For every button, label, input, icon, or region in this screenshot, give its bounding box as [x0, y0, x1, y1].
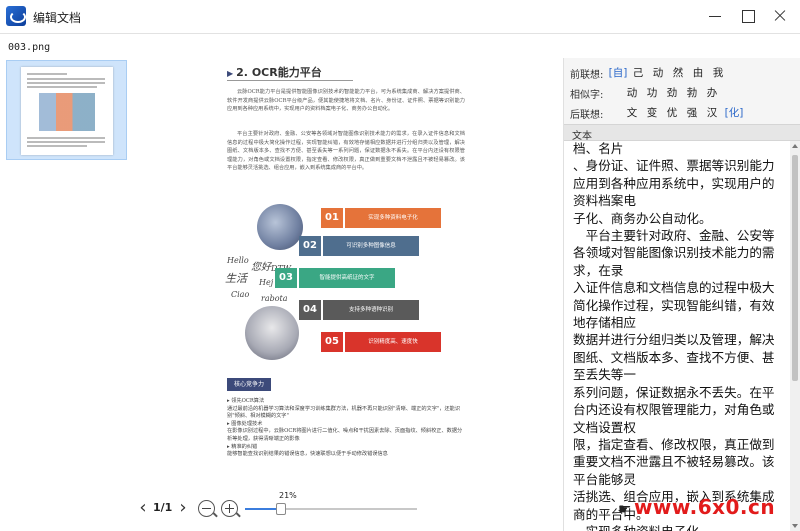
recognized-text-editor[interactable]: 档、名片 、身份证、证件照、票据等识别能力应用到各种应用系统中，实现用户的资料档… [564, 141, 790, 531]
candidate-char[interactable]: 变 [643, 104, 661, 122]
zoom-slider-handle[interactable] [276, 503, 287, 515]
title-bar: 编辑文档 [0, 0, 800, 34]
candidate-char[interactable]: 劲 [663, 84, 681, 102]
handshake-photo [245, 306, 299, 360]
candidate-char[interactable]: 己 [629, 64, 647, 82]
candidate-char[interactable]: [化] [723, 104, 745, 122]
app-logo-icon [6, 6, 26, 26]
step-number: 04 [299, 300, 321, 320]
feature-infographic: Hello 您好 DTW 生活 Hej Ciao rabota 01 实现多种资… [221, 204, 471, 366]
file-name-label: 003.png [8, 42, 51, 53]
candidate-char[interactable]: 然 [669, 64, 687, 82]
minimize-button[interactable] [700, 5, 730, 27]
candidate-char[interactable]: 文 [623, 104, 641, 122]
text-section-title: 文本 [572, 131, 592, 142]
candidate-char[interactable]: 动 [623, 84, 641, 102]
site-watermark: ☛ www.6x0.cn [618, 495, 776, 519]
candidate-char[interactable]: 办 [703, 84, 721, 102]
thumbnail-page-image [21, 67, 113, 155]
chevron-right-icon[interactable]: › [176, 497, 190, 518]
candidate-char[interactable]: 强 [683, 104, 701, 122]
viewer-toolbar: ‹ 1/1 › 21% [133, 488, 563, 531]
similar-char-label: 相似字: [570, 90, 604, 101]
zoom-out-icon[interactable] [198, 500, 218, 518]
thumbnail-panel [0, 58, 133, 531]
before-association-label: 前联想: [570, 70, 604, 81]
candidate-char[interactable]: 功 [643, 84, 661, 102]
scroll-up-icon[interactable] [792, 144, 798, 148]
candidate-char[interactable]: 由 [689, 64, 707, 82]
pointing-hand-icon: ☛ [618, 500, 632, 518]
candidate-char[interactable]: 勃 [683, 84, 701, 102]
feature-bullet-list: ▸ 领先OCR算法 通过最前沿的机器学习算法和深度学习训练集群方法，机器不再只能… [227, 398, 463, 458]
step-label: 识别精度高、速度快 [345, 332, 441, 352]
close-button[interactable] [765, 5, 795, 27]
candidate-char[interactable]: 汉 [703, 104, 721, 122]
maximize-button[interactable] [733, 5, 763, 27]
step-number: 01 [321, 208, 343, 228]
office-photo [257, 204, 303, 250]
candidate-char[interactable]: [自] [607, 64, 629, 82]
page-thumbnail[interactable] [6, 60, 127, 160]
step-label: 可识别多种图像信息 [323, 236, 419, 256]
recognition-panel: 前联想: [自] 己 动 然 由 我 相似字: 动 功 劲 勃 办 后联想: 文… [563, 58, 800, 531]
scroll-thumb[interactable] [792, 155, 798, 381]
step-number: 05 [321, 332, 343, 352]
page-indicator: 1/1 [153, 501, 173, 514]
step-number: 03 [275, 268, 297, 288]
candidate-char[interactable]: 优 [663, 104, 681, 122]
doc-paragraph-2: 平台主要针对政府、金融、公安等各领域对智能图像识别技术能力的需求，在录入证件信息… [227, 131, 465, 172]
section-rule [227, 80, 353, 81]
document-viewer[interactable]: ▶ 2. OCR能力平台 云脉OCR能力平台是提供智能图像识别技术的智能能力平台，… [133, 58, 563, 488]
zoom-in-icon[interactable] [221, 500, 241, 518]
text-scrollbar[interactable] [790, 141, 800, 531]
document-page: ▶ 2. OCR能力平台 云脉OCR能力平台是提供智能图像识别技术的智能能力平台，… [221, 58, 471, 488]
core-competence-tag: 核心竞争力 [227, 378, 271, 391]
section-title: ▶ 2. OCR能力平台 [227, 66, 322, 79]
step-number: 02 [299, 236, 321, 256]
step-label: 实现多种资料电子化 [345, 208, 441, 228]
after-association-label: 后联想: [570, 110, 604, 121]
candidate-char[interactable]: 我 [709, 64, 727, 82]
step-label: 支持多种语种识别 [323, 300, 419, 320]
step-label: 智能提供高纸证的文字 [299, 268, 395, 288]
chevron-left-icon[interactable]: ‹ [136, 497, 150, 518]
text-section-header: 文本 [564, 124, 800, 142]
triangle-bullet-icon: ▶ [227, 69, 234, 78]
zoom-slider[interactable] [245, 503, 417, 515]
candidate-char[interactable]: 动 [649, 64, 667, 82]
doc-paragraph-1: 云脉OCR能力平台是提供智能图像识别技术的智能能力平台，可为系统集成商、解决方案… [227, 89, 465, 113]
window-title: 编辑文档 [33, 11, 82, 25]
zoom-percent-label: 21% [279, 491, 297, 500]
